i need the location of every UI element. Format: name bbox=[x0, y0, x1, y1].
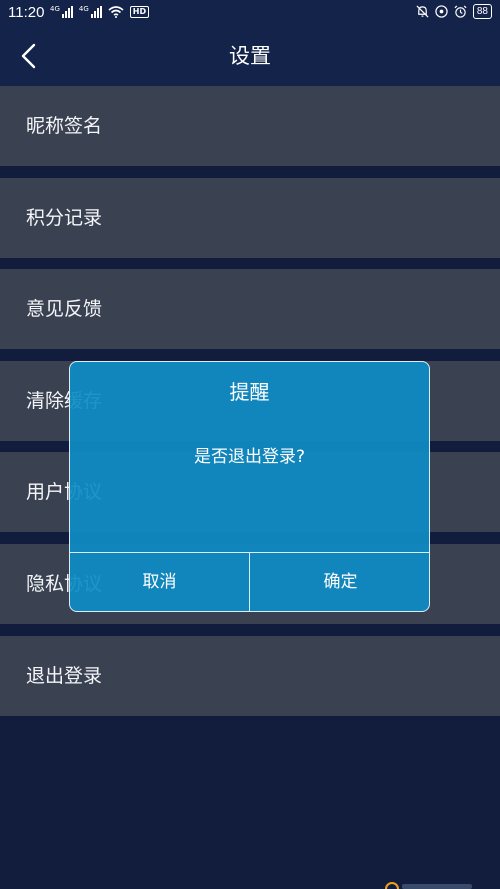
settings-item-feedback[interactable]: 意见反馈 bbox=[0, 269, 500, 349]
watermark-logo bbox=[385, 882, 472, 889]
status-bar: 11:20 4G 4G HD 88 bbox=[0, 0, 500, 26]
signal-icon: 4G bbox=[79, 6, 102, 18]
settings-item-nickname[interactable]: 昵称签名 bbox=[0, 86, 500, 166]
page-title: 设置 bbox=[229, 44, 271, 68]
dialog-title: 提醒 bbox=[229, 380, 270, 404]
signal-icon: 4G bbox=[50, 6, 73, 18]
settings-item-label: 积分记录 bbox=[26, 207, 103, 229]
mute-bell-icon bbox=[416, 5, 429, 18]
settings-item-label: 退出登录 bbox=[26, 665, 103, 687]
settings-item-label: 意见反馈 bbox=[26, 298, 103, 320]
signal-2-tag: 4G bbox=[78, 5, 89, 13]
location-icon bbox=[435, 5, 448, 18]
status-left-icons: 4G 4G HD bbox=[50, 6, 150, 18]
chevron-left-icon bbox=[21, 43, 36, 69]
back-button[interactable] bbox=[14, 40, 46, 72]
cancel-button[interactable]: 取消 bbox=[70, 553, 249, 611]
hd-icon: HD bbox=[129, 6, 150, 18]
wifi-icon bbox=[108, 6, 124, 18]
app-header: 设置 bbox=[0, 26, 500, 86]
logout-confirm-dialog: 提醒 是否退出登录? 取消 确定 bbox=[69, 361, 430, 612]
signal-1-tag: 4G bbox=[50, 5, 60, 13]
alarm-icon bbox=[454, 5, 467, 18]
battery-icon: 88 bbox=[472, 4, 492, 19]
settings-item-points[interactable]: 积分记录 bbox=[0, 178, 500, 258]
status-time: 11:20 bbox=[8, 4, 45, 21]
dialog-message: 是否退出登录? bbox=[193, 447, 306, 467]
settings-item-logout[interactable]: 退出登录 bbox=[0, 636, 500, 716]
settings-item-label: 昵称签名 bbox=[26, 115, 103, 137]
status-right-icons: 88 bbox=[416, 4, 492, 19]
confirm-button[interactable]: 确定 bbox=[250, 553, 429, 611]
